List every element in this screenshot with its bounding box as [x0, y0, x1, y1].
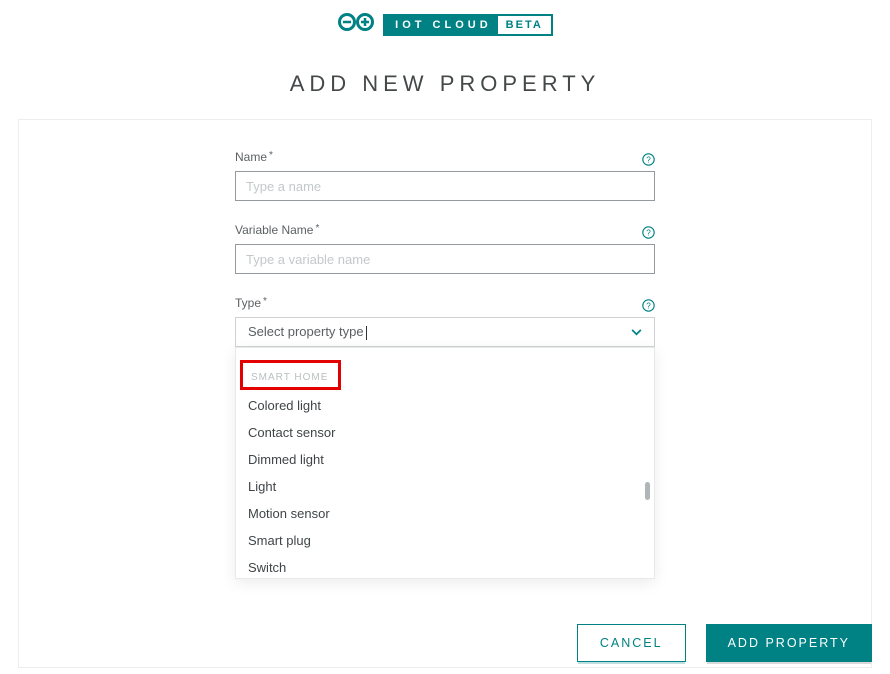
type-option[interactable]: Switch	[236, 554, 654, 579]
name-label: Name	[235, 150, 267, 164]
field-variable-name: Variable Name* ?	[235, 221, 655, 274]
page-title: ADD NEW PROPERTY	[0, 71, 890, 97]
type-option[interactable]: Motion sensor	[236, 500, 654, 527]
help-icon[interactable]: ?	[641, 225, 655, 239]
type-dropdown: SMART HOME Colored light Contact sensor …	[235, 347, 655, 579]
variable-name-input[interactable]	[235, 244, 655, 274]
svg-text:?: ?	[646, 155, 651, 164]
type-select[interactable]: Select property type	[235, 317, 655, 347]
type-option[interactable]: Smart plug	[236, 527, 654, 554]
required-mark: *	[315, 223, 319, 234]
logo-text: IOT CLOUD BETA	[383, 14, 553, 36]
highlight-annotation: SMART HOME	[240, 360, 341, 390]
property-form: Name* ? Variable Name* ?	[235, 148, 655, 347]
scrollbar-thumb[interactable]	[645, 482, 650, 500]
field-type: Type* ? Select property type SMART HOME …	[235, 294, 655, 347]
arduino-logo-icon	[337, 12, 375, 37]
form-panel: Name* ? Variable Name* ?	[18, 119, 872, 668]
type-label: Type	[235, 296, 261, 310]
help-icon[interactable]: ?	[641, 298, 655, 312]
logo-bar: IOT CLOUD BETA	[0, 0, 890, 43]
required-mark: *	[263, 296, 267, 307]
type-option[interactable]: Light	[236, 473, 654, 500]
logo-beta-label: BETA	[498, 16, 551, 34]
type-select-placeholder: Select property type	[248, 324, 367, 340]
variable-name-label: Variable Name	[235, 223, 313, 237]
svg-text:?: ?	[646, 301, 651, 310]
type-option[interactable]: Colored light	[236, 392, 654, 419]
name-input[interactable]	[235, 171, 655, 201]
chevron-down-icon	[631, 323, 642, 341]
cancel-button[interactable]: CANCEL	[577, 624, 686, 662]
type-option[interactable]: Dimmed light	[236, 446, 654, 473]
svg-text:?: ?	[646, 228, 651, 237]
required-mark: *	[269, 150, 273, 161]
logo-iot-label: IOT CLOUD	[385, 16, 498, 34]
help-icon[interactable]: ?	[641, 152, 655, 166]
type-option[interactable]: Contact sensor	[236, 419, 654, 446]
dropdown-group-header: SMART HOME	[251, 372, 328, 383]
add-property-button[interactable]: ADD PROPERTY	[706, 624, 872, 662]
field-name: Name* ?	[235, 148, 655, 201]
button-row: CANCEL ADD PROPERTY	[577, 624, 872, 662]
